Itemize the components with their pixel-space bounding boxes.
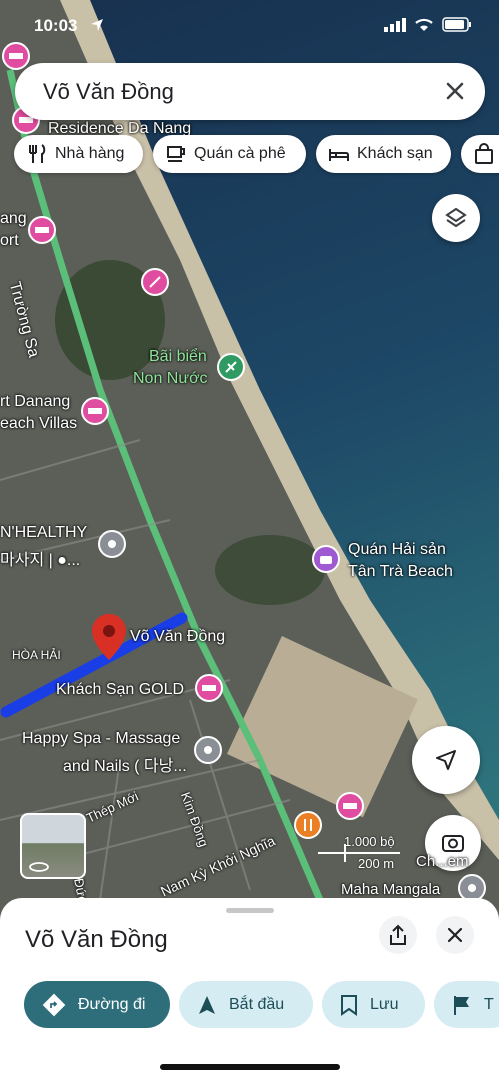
save-label: Lưu xyxy=(370,995,399,1013)
rotate-360-icon xyxy=(29,862,49,872)
search-query[interactable]: Võ Văn Đồng xyxy=(43,79,174,105)
chip-cafes[interactable]: Quán cà phê xyxy=(153,135,306,173)
share-button[interactable] xyxy=(379,916,417,954)
label-street-name: Võ Văn Đồng xyxy=(130,628,226,645)
label-healthy-2: 마사지 | ●... xyxy=(0,552,81,569)
battery-icon xyxy=(442,17,471,32)
shopping-bag-icon xyxy=(475,143,493,164)
hotel-pin-resort[interactable] xyxy=(28,216,56,244)
share-icon xyxy=(390,924,406,945)
hotel-pin-maha[interactable] xyxy=(336,792,364,820)
label-healthy-1: N'HEALTHY xyxy=(0,524,88,541)
label-resort-left-1: ang xyxy=(0,210,27,227)
layers-icon xyxy=(445,207,467,228)
flag-icon xyxy=(454,995,469,1015)
close-icon[interactable] xyxy=(441,77,469,105)
label-quan-hai-san-1: Quán Hải sản xyxy=(348,541,446,558)
label-khach-san-gold: Khách Sạn GOLD xyxy=(56,681,185,698)
label-flag-button[interactable]: T xyxy=(434,981,499,1028)
my-location-button[interactable] xyxy=(412,726,480,794)
label-happy-spa-2: and Nails ( 다낭... xyxy=(63,758,187,775)
hotel-pin-villas[interactable] xyxy=(81,397,109,425)
navigation-start-icon xyxy=(199,995,215,1014)
label-resort-left-2: ort xyxy=(0,232,19,249)
street-view-thumbnail[interactable] xyxy=(20,813,86,879)
scale-feet: 1.000 bộ xyxy=(344,834,395,849)
place-title: Võ Văn Đồng xyxy=(25,926,168,953)
label-bai-bien-2: Non Nước xyxy=(133,370,208,387)
close-icon xyxy=(447,927,463,943)
save-button[interactable]: Lưu xyxy=(322,981,425,1028)
label-bai-bien-1: Bãi biển xyxy=(149,348,207,365)
place-pin-healthy[interactable] xyxy=(98,530,126,558)
navigation-arrow-icon xyxy=(436,750,456,770)
chip-restaurants[interactable]: Nhà hàng xyxy=(14,135,143,173)
layers-button[interactable] xyxy=(432,194,480,242)
location-marker-icon[interactable] xyxy=(92,614,126,660)
chip-restaurants-label: Nhà hàng xyxy=(55,145,125,162)
bookmark-icon xyxy=(341,994,357,1016)
label-quan-hai-san-2: Tân Trà Beach xyxy=(348,563,453,580)
sheet-handle[interactable] xyxy=(226,908,274,913)
start-label: Bắt đầu xyxy=(229,995,285,1013)
chip-shopping[interactable] xyxy=(461,135,499,173)
label-happy-spa-1: Happy Spa - Massage xyxy=(22,730,181,747)
start-button[interactable]: Bắt đầu xyxy=(179,981,313,1028)
restaurant-camera-pin[interactable] xyxy=(312,545,340,573)
home-indicator xyxy=(160,1064,340,1070)
directions-label: Đường đi xyxy=(78,995,146,1013)
scale-meters: 200 m xyxy=(358,856,395,871)
street-view-label: Ch...em xyxy=(416,853,469,870)
directions-icon xyxy=(42,993,66,1016)
status-bar: 10:03 xyxy=(0,0,499,50)
coffee-cup-icon xyxy=(167,146,185,162)
beach-pin[interactable] xyxy=(217,353,245,381)
directions-button[interactable]: Đường đi xyxy=(24,981,170,1028)
close-sheet-button[interactable] xyxy=(436,916,474,954)
location-arrow-icon xyxy=(91,19,103,31)
search-bar[interactable]: Võ Văn Đồng xyxy=(15,63,485,120)
hotel-pin-gold[interactable] xyxy=(195,674,223,702)
chip-hotels-label: Khách sạn xyxy=(357,145,433,162)
label-danang-villas-1: rt Danang xyxy=(0,393,71,410)
place-sheet[interactable]: Võ Văn Đồng Đường đi Bắt đầu Lưu T xyxy=(0,898,499,1080)
map-scale: 1.000 bộ 200 m xyxy=(318,834,408,874)
signal-icon xyxy=(384,18,406,32)
chip-cafes-label: Quán cà phê xyxy=(194,145,286,162)
label-danang-villas-2: each Villas xyxy=(0,415,78,432)
place-pin-happy-spa[interactable] xyxy=(194,736,222,764)
status-time: 10:03 xyxy=(34,16,78,35)
chip-hotels[interactable]: Khách sạn xyxy=(316,135,451,173)
bed-icon xyxy=(329,149,349,161)
wifi-icon xyxy=(415,18,433,31)
beach-activity-pin[interactable] xyxy=(141,268,169,296)
fork-knife-icon xyxy=(29,144,46,163)
flag-label: T xyxy=(484,995,494,1013)
label-maha-mangala: Maha Mangala xyxy=(341,881,441,898)
label-hoa-hai: HÒA HẢI xyxy=(12,648,61,662)
